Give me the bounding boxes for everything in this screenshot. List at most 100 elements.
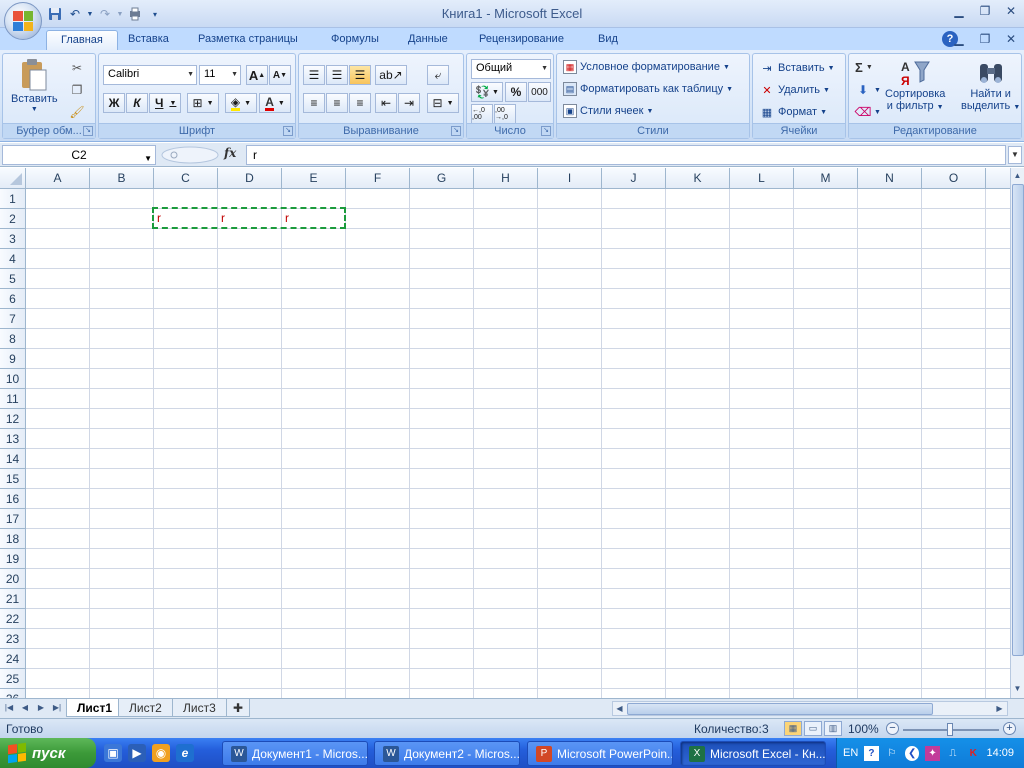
worksheet-grid[interactable]: ABCDEFGHIJKLMNO 1 2 3 4 5 6 7 8 9 10 11 12 13 14 15 16 1… <box>0 168 1010 698</box>
tab-view[interactable]: Вид <box>584 30 632 50</box>
column-header-e[interactable]: E <box>282 168 346 189</box>
delete-cells-button[interactable]: ✕ Удалить ▼ <box>759 82 830 98</box>
row-header-1[interactable]: 1 <box>0 189 26 209</box>
row-header-11[interactable]: 11 <box>0 389 26 409</box>
workbook-restore-icon[interactable]: ❐ <box>976 31 994 47</box>
row-header-21[interactable]: 21 <box>0 589 26 609</box>
insert-cells-button[interactable]: ⇥ Вставить ▼ <box>759 60 834 76</box>
name-box[interactable]: C2 ▼ <box>2 145 156 165</box>
zoom-in-icon[interactable]: + <box>1003 722 1016 735</box>
tab-review[interactable]: Рецензирование <box>465 30 578 50</box>
row-header-6[interactable]: 6 <box>0 289 26 309</box>
task-excel[interactable]: X Microsoft Excel - Кн... <box>680 741 826 766</box>
row-header-9[interactable]: 9 <box>0 349 26 369</box>
number-format-select[interactable]: Общий ▼ <box>471 59 551 79</box>
find-select-button[interactable]: Найти и выделить ▼ <box>961 58 1020 112</box>
task-document1[interactable]: W Документ1 - Micros... <box>222 741 368 766</box>
copy-icon[interactable]: ❐ <box>69 82 85 98</box>
customize-qat-icon[interactable]: ▾ <box>146 5 164 23</box>
column-header-l[interactable]: L <box>730 168 794 189</box>
clear-button[interactable]: ⌫ ▼ <box>855 104 881 120</box>
internet-explorer-icon[interactable]: e <box>176 744 194 762</box>
row-header-19[interactable]: 19 <box>0 549 26 569</box>
number-launcher-icon[interactable]: ↘ <box>541 126 551 136</box>
undo-icon[interactable]: ↶ <box>66 5 84 23</box>
row-header-7[interactable]: 7 <box>0 309 26 329</box>
prev-sheet-icon[interactable]: ◀ <box>18 701 32 715</box>
first-sheet-icon[interactable]: |◀ <box>2 701 16 715</box>
column-header-b[interactable]: B <box>90 168 154 189</box>
row-header-16[interactable]: 16 <box>0 489 26 509</box>
row-header-13[interactable]: 13 <box>0 429 26 449</box>
redo-icon[interactable]: ↷ <box>96 5 114 23</box>
grow-font-button[interactable]: A ▲ <box>246 65 268 85</box>
task-document2[interactable]: W Документ2 - Micros... <box>374 741 520 766</box>
column-header-o[interactable]: O <box>922 168 986 189</box>
row-header-17[interactable]: 17 <box>0 509 26 529</box>
format-as-table-button[interactable]: ▤ Форматировать как таблицу ▼ <box>563 82 733 96</box>
horizontal-scroll-thumb[interactable] <box>627 703 933 715</box>
scroll-left-icon[interactable]: ◀ <box>613 702 626 716</box>
page-layout-view-icon[interactable]: ▭ <box>804 721 822 736</box>
tray-app-icon[interactable]: ✦ <box>925 745 940 761</box>
cut-icon[interactable]: ✂ <box>69 60 85 76</box>
row-header-12[interactable]: 12 <box>0 409 26 429</box>
increase-decimal-button[interactable]: ←,0 ,00 <box>471 104 493 124</box>
column-header-n[interactable]: N <box>858 168 922 189</box>
column-header-k[interactable]: K <box>666 168 730 189</box>
help-tray-icon[interactable]: ? <box>864 745 879 761</box>
column-header-g[interactable]: G <box>410 168 474 189</box>
format-cells-button[interactable]: ▦ Формат ▼ <box>759 104 827 120</box>
paste-button[interactable]: Вставить ▼ <box>11 58 58 113</box>
align-top-icon[interactable]: ☰ <box>303 65 325 85</box>
row-header-22[interactable]: 22 <box>0 609 26 629</box>
alignment-launcher-icon[interactable]: ↘ <box>451 126 461 136</box>
scroll-up-icon[interactable]: ▲ <box>1011 169 1024 183</box>
paste-dropdown-icon[interactable]: ▼ <box>31 106 38 113</box>
cell-styles-button[interactable]: ▣ Стили ячеек ▼ <box>563 104 653 118</box>
tab-page-layout[interactable]: Разметка страницы <box>184 30 312 50</box>
notification-icon[interactable]: ⚐ <box>885 746 899 761</box>
tab-formulas[interactable]: Формулы <box>317 30 393 50</box>
workbook-close-icon[interactable]: ✕ <box>1002 31 1020 47</box>
insert-function-button[interactable]: fx <box>224 146 236 160</box>
underline-button[interactable]: Ч ▼ <box>149 93 181 113</box>
row-header-23[interactable]: 23 <box>0 629 26 649</box>
row-header-24[interactable]: 24 <box>0 649 26 669</box>
media-player-icon[interactable]: ▶ <box>128 744 146 762</box>
decrease-decimal-button[interactable]: ,00 →,0 <box>494 104 516 124</box>
row-header-10[interactable]: 10 <box>0 369 26 389</box>
row-header-4[interactable]: 4 <box>0 249 26 269</box>
workbook-minimize-icon[interactable]: ▁ <box>950 31 968 47</box>
vertical-scrollbar[interactable]: ▲ ▼ <box>1010 168 1024 698</box>
insert-sheet-button[interactable]: ✚ <box>226 699 251 717</box>
task-powerpoint[interactable]: P Microsoft PowerPoin... <box>527 741 673 766</box>
orientation-button[interactable]: ab↗ <box>375 65 407 85</box>
font-launcher-icon[interactable]: ↘ <box>283 126 293 136</box>
row-header-2[interactable]: 2 <box>0 209 26 229</box>
sheet-tab-3[interactable]: Лист3 <box>172 699 227 717</box>
currency-format-button[interactable]: 💱 ▼ <box>471 82 503 102</box>
column-header-f[interactable]: F <box>346 168 410 189</box>
expand-formula-bar-icon[interactable]: ▼ <box>1008 146 1022 164</box>
fill-button[interactable]: ⬇ ▼ <box>855 82 881 98</box>
antivirus-icon[interactable]: K <box>966 746 980 761</box>
merge-center-button[interactable]: ⊟ ▼ <box>427 93 459 113</box>
zoom-slider-thumb[interactable] <box>947 723 953 736</box>
select-all-corner[interactable] <box>0 168 26 189</box>
percent-button[interactable]: % <box>505 82 527 102</box>
zoom-level[interactable]: 100% <box>848 722 879 736</box>
next-sheet-icon[interactable]: ▶ <box>34 701 48 715</box>
autosum-button[interactable]: Σ ▼ <box>855 60 873 75</box>
font-name-select[interactable]: Calibri ▼ <box>103 65 197 85</box>
sort-filter-button[interactable]: AЯ Сортировка и фильтр ▼ <box>885 58 945 112</box>
sheet-tab-1[interactable]: Лист1 <box>66 699 124 717</box>
page-break-view-icon[interactable]: ▥ <box>824 721 842 736</box>
thousands-button[interactable]: 000 <box>528 82 551 102</box>
font-color-button[interactable]: A ▼ <box>259 93 291 113</box>
row-header-15[interactable]: 15 <box>0 469 26 489</box>
column-header-m[interactable]: M <box>794 168 858 189</box>
column-header-d[interactable]: D <box>218 168 282 189</box>
align-left-icon[interactable]: ≡ <box>303 93 325 113</box>
bold-button[interactable]: Ж <box>103 93 125 113</box>
